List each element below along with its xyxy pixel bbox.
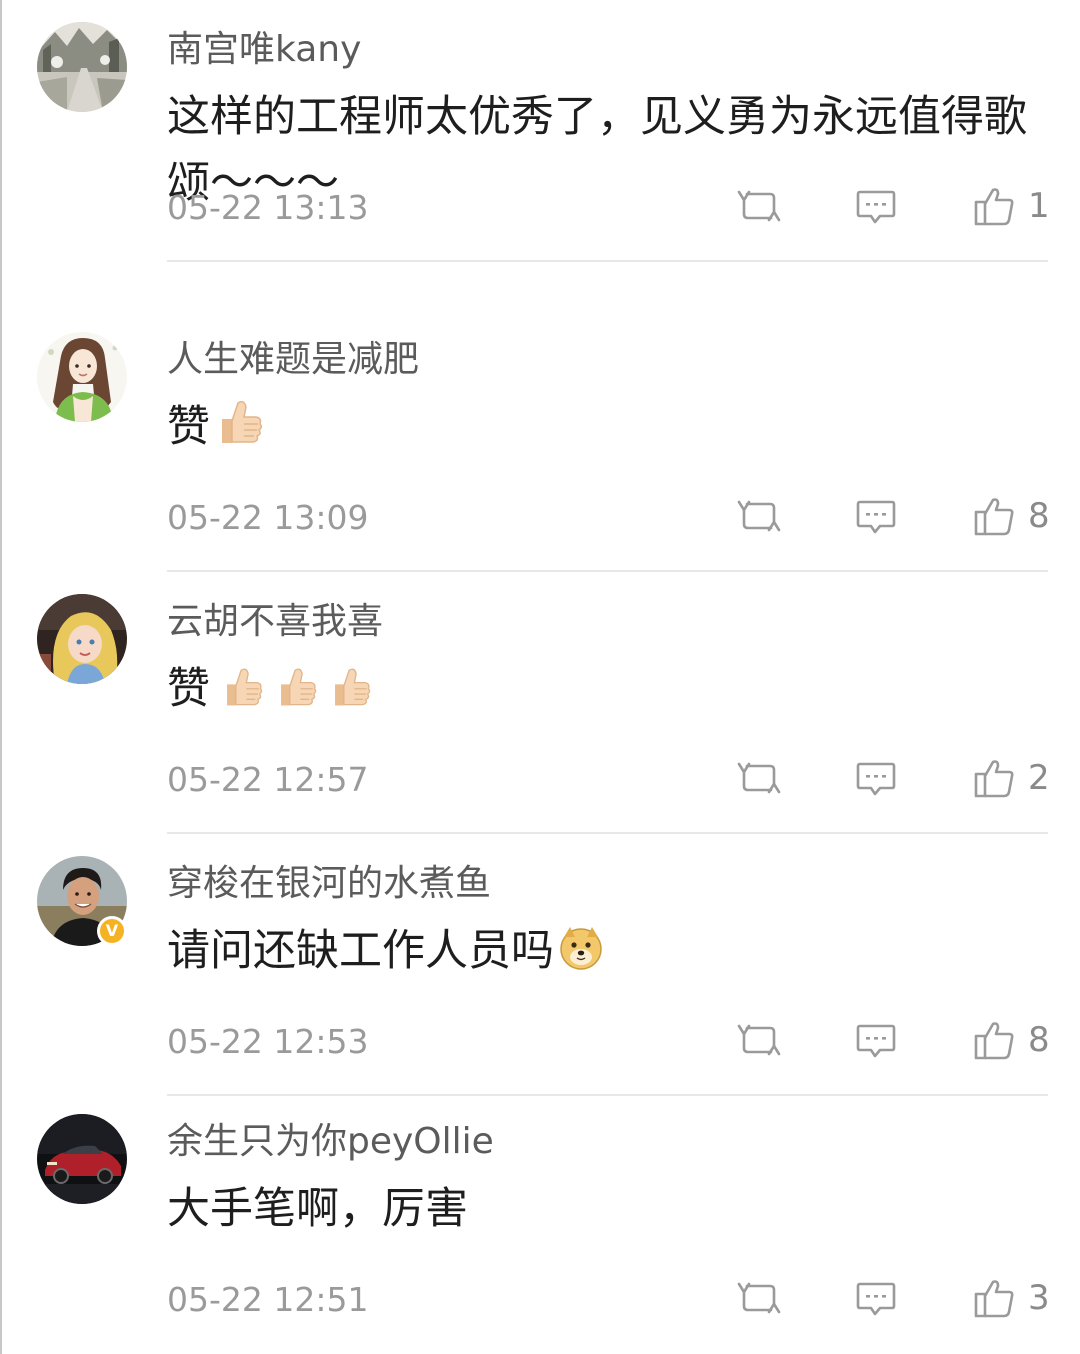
comment-icon[interactable] — [854, 756, 898, 800]
verified-badge-icon: V — [97, 916, 127, 946]
comment-item: 人生难题是减肥 赞 05-22 13:09 8 — [0, 310, 1080, 572]
comment-actions: 8 — [728, 1018, 1050, 1062]
username[interactable]: 南宫唯kany — [167, 24, 361, 76]
repost-icon[interactable] — [736, 184, 782, 228]
like-count: 1 — [1028, 186, 1050, 226]
avatar[interactable] — [37, 594, 127, 684]
like-count: 2 — [1028, 758, 1050, 798]
divider — [167, 260, 1048, 262]
thumbs-up-emoji-icon — [274, 662, 318, 728]
username[interactable]: 穿梭在银河的水煮鱼 — [167, 858, 491, 910]
comment-icon[interactable] — [854, 494, 898, 538]
timestamp: 05-22 13:13 — [167, 188, 369, 227]
comment-item: 南宫唯kany 这样的工程师太优秀了，见义勇为永远值得歌颂～～～ 05-22 1… — [0, 0, 1080, 262]
avatar[interactable] — [37, 22, 127, 112]
comment-text-main: 请问还缺工作人员吗 — [167, 926, 554, 976]
repost-icon[interactable] — [736, 494, 782, 538]
timestamp: 05-22 12:51 — [167, 1280, 369, 1319]
comment-text-main: 赞 — [167, 664, 210, 714]
comment-item: 云胡不喜我喜 赞 05-22 12:57 2 — [0, 572, 1080, 834]
comment-text: 大手笔啊，厉害 — [167, 1184, 468, 1234]
thumbs-up-emoji-icon — [214, 397, 264, 466]
repost-icon[interactable] — [736, 756, 782, 800]
repost-icon[interactable] — [736, 1018, 782, 1062]
comment-text: 赞 — [167, 656, 1057, 728]
comment-actions: 3 — [728, 1276, 1050, 1320]
comment-actions: 1 — [728, 184, 1050, 228]
thumbs-up-emoji-icon — [220, 662, 264, 728]
like-count: 8 — [1028, 496, 1050, 536]
timestamp: 05-22 12:53 — [167, 1022, 369, 1061]
comment-text: 请问还缺工作人员吗 — [167, 918, 1057, 990]
comment-item: V 穿梭在银河的水煮鱼 请问还缺工作人员吗 05-22 12:53 8 — [0, 834, 1080, 1096]
like-icon[interactable] — [972, 756, 1016, 800]
like-icon[interactable] — [972, 494, 1016, 538]
timestamp: 05-22 12:57 — [167, 760, 369, 799]
comment-icon[interactable] — [854, 184, 898, 228]
comment-icon[interactable] — [854, 1018, 898, 1062]
like-icon[interactable] — [972, 184, 1016, 228]
comment-actions: 8 — [728, 494, 1050, 538]
comment-text-main: 赞 — [167, 402, 210, 452]
like-icon[interactable] — [972, 1276, 1016, 1320]
avatar[interactable] — [37, 332, 127, 422]
like-icon[interactable] — [972, 1018, 1016, 1062]
comment-item: 余生只为你peyOllie 大手笔啊，厉害 05-22 12:51 3 — [0, 1092, 1080, 1354]
avatar[interactable] — [37, 1114, 127, 1204]
like-count: 8 — [1028, 1020, 1050, 1060]
doge-emoji-icon — [558, 924, 604, 990]
username[interactable]: 余生只为你peyOllie — [167, 1116, 494, 1168]
repost-icon[interactable] — [736, 1276, 782, 1320]
like-count: 3 — [1028, 1278, 1050, 1318]
comment-text: 赞 — [167, 394, 1057, 466]
username[interactable]: 云胡不喜我喜 — [167, 596, 383, 648]
username[interactable]: 人生难题是减肥 — [167, 334, 419, 386]
timestamp: 05-22 13:09 — [167, 498, 369, 537]
thumbs-up-emoji-icon — [328, 662, 372, 728]
comment-icon[interactable] — [854, 1276, 898, 1320]
comment-actions: 2 — [728, 756, 1050, 800]
